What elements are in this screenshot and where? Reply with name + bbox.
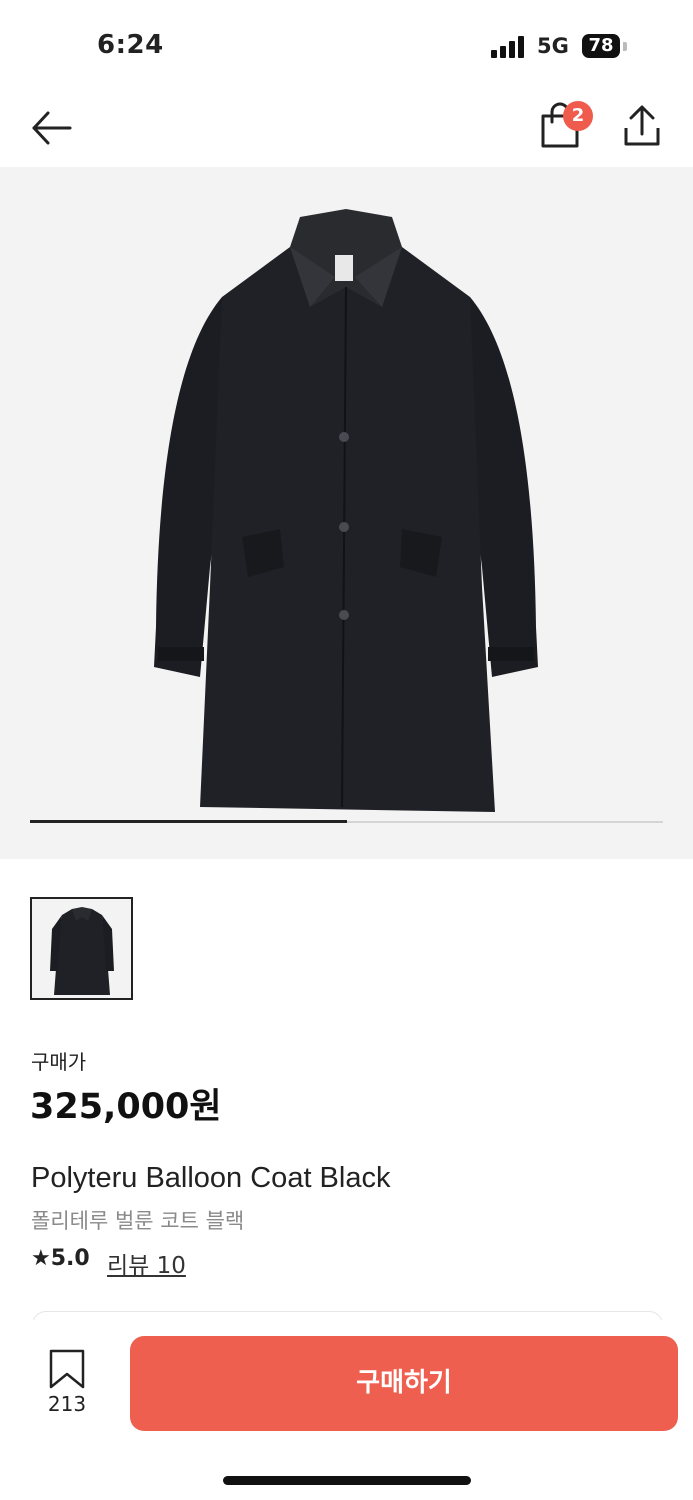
price-value: 325,000원: [30, 1087, 222, 1127]
bookmark-button[interactable]: 213: [44, 1348, 90, 1420]
signal-icon: [491, 36, 527, 58]
rating: ★5.0: [31, 1246, 90, 1271]
battery-icon: 78: [582, 34, 620, 58]
status-time: 6:24: [97, 30, 164, 60]
product-thumbnail[interactable]: [30, 897, 133, 1000]
nav-bar: [0, 90, 693, 166]
back-arrow-icon: [32, 111, 72, 145]
bottom-action-bar: 213 구매하기: [0, 1320, 693, 1500]
bookmark-icon: [49, 1349, 85, 1389]
product-image-carousel[interactable]: [0, 167, 693, 859]
image-progress-bar: [30, 820, 347, 823]
review-link[interactable]: 리뷰 10: [107, 1246, 186, 1280]
network-label: 5G: [537, 34, 569, 58]
product-image: [154, 209, 538, 812]
bookmark-count: 213: [47, 1392, 87, 1416]
price-label: 구매가: [31, 1050, 87, 1074]
product-name-en: Polyteru Balloon Coat Black: [31, 1162, 391, 1194]
rating-value: 5.0: [50, 1246, 90, 1271]
back-button[interactable]: [28, 108, 76, 148]
battery-cap: [623, 42, 627, 51]
buy-button[interactable]: 구매하기: [130, 1336, 678, 1431]
thumbnail-image: [50, 907, 114, 995]
star-icon: ★: [31, 1246, 51, 1271]
share-icon: [624, 105, 660, 146]
product-name-ko: 폴리테루 벌룬 코트 블랙: [31, 1209, 245, 1233]
share-button[interactable]: [618, 102, 666, 150]
cart-count-badge: 2: [563, 101, 593, 131]
home-indicator: [223, 1476, 471, 1485]
image-progress-track: [30, 820, 663, 823]
status-bar: 6:24 5G 78: [0, 0, 693, 90]
